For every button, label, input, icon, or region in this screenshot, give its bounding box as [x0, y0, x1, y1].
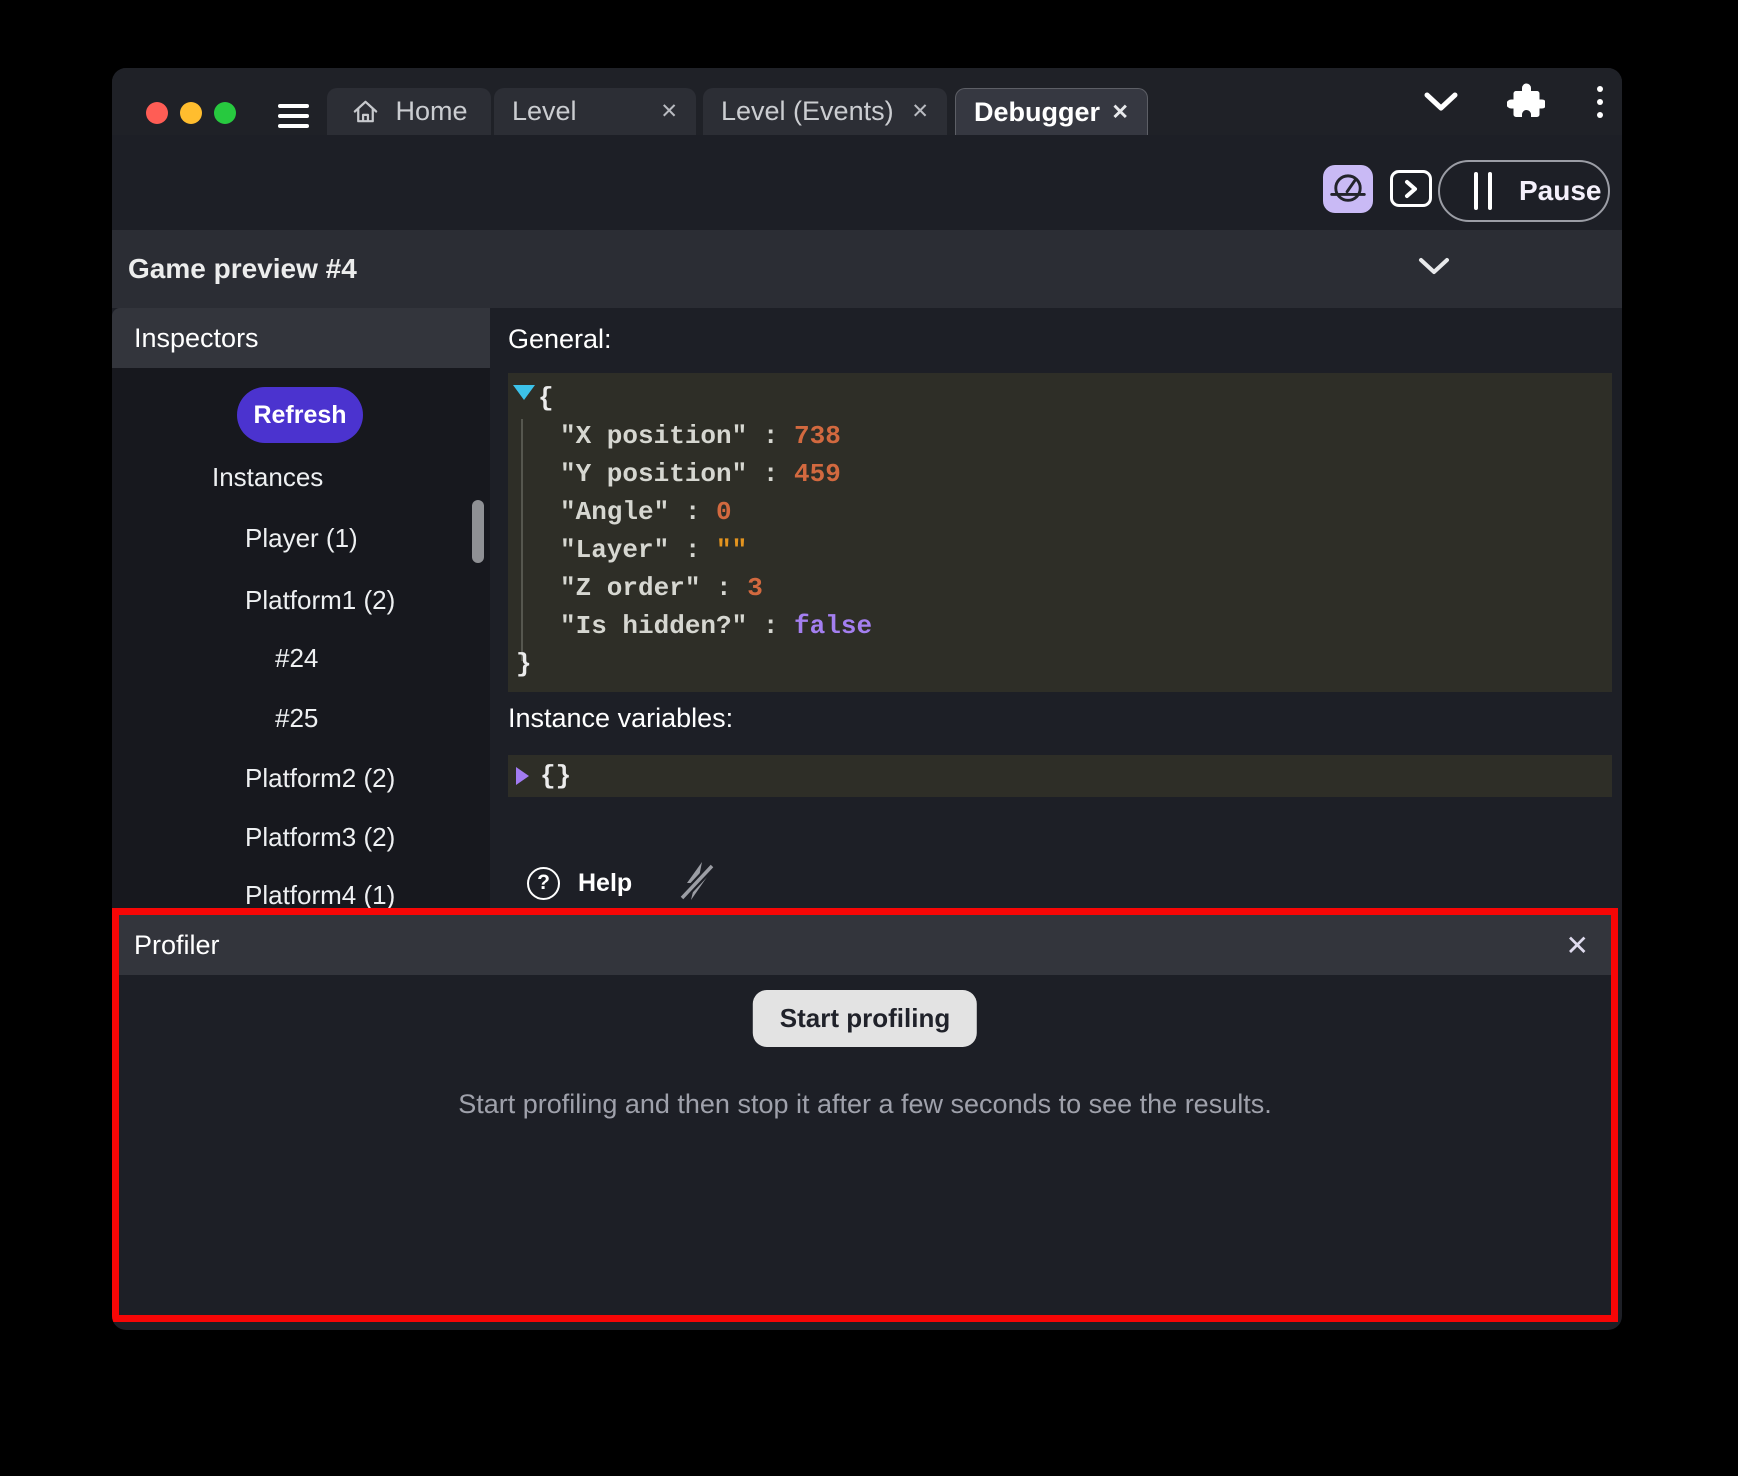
refresh-button[interactable]: Refresh [237, 387, 363, 443]
extensions-puzzle-icon[interactable] [1507, 83, 1545, 121]
tab-bar: Home Level ✕ Level (Events) ✕ Debugger ✕ [112, 88, 1622, 135]
profiler-description: Start profiling and then stop it after a… [119, 1089, 1611, 1120]
console-button[interactable] [1390, 170, 1432, 207]
tab-close-icon[interactable]: ✕ [660, 101, 678, 122]
tree-item-platform3-2[interactable]: Platform3 (2) [245, 822, 395, 852]
json-property-z-order: "Z order" : 3 [508, 569, 1612, 607]
instance-variables-box: {} [508, 755, 1612, 797]
title-bar: Home Level ✕ Level (Events) ✕ Debugger ✕ [112, 68, 1622, 135]
profiler-body: Start profiling Start profiling and then… [119, 975, 1611, 1315]
inspectors-sidebar: Inspectors Refresh Instances Player (1) Pl… [112, 308, 490, 908]
close-icon[interactable]: ✕ [1566, 929, 1589, 962]
instance-variables-value: {} [540, 755, 571, 797]
auto-refresh-off-icon[interactable] [676, 859, 718, 908]
tab-close-icon[interactable]: ✕ [911, 101, 929, 122]
terminal-prompt-icon [1401, 179, 1421, 199]
game-preview-selector[interactable]: Game preview #4 [112, 230, 1622, 308]
profiler-header: Profiler ✕ [119, 915, 1611, 975]
chevron-down-icon[interactable] [1423, 91, 1459, 113]
gauge-icon [1329, 168, 1367, 210]
tree-item-24[interactable]: #24 [275, 643, 318, 673]
tab-level-events[interactable]: Level (Events) ✕ [703, 88, 947, 135]
json-close-brace: } [508, 645, 1612, 683]
titlebar-actions [1423, 68, 1607, 135]
sidebar-scrollbar-thumb[interactable] [472, 500, 484, 563]
json-property-x-position: "X position" : 738 [508, 417, 1612, 455]
general-properties-box: {"X position" : 738"Y position" : 459"An… [508, 373, 1612, 692]
tab-label: Home [395, 96, 467, 127]
home-icon [350, 96, 381, 127]
tab-home[interactable]: Home [327, 88, 491, 135]
json-property-angle: "Angle" : 0 [508, 493, 1612, 531]
expand-arrow-icon[interactable] [516, 767, 529, 785]
json-open-brace: { [508, 379, 1612, 417]
game-preview-title: Game preview #4 [128, 253, 357, 285]
help-link[interactable]: Help [578, 869, 632, 898]
pause-button-label: Pause [1519, 175, 1602, 207]
inspectors-tree-panel: Refresh Instances Player (1) Platform1 (2)… [112, 368, 490, 908]
instance-inspector-panel: General: {"X position" : 738"Y position"… [490, 308, 1622, 908]
tab-close-icon[interactable]: ✕ [1111, 102, 1129, 123]
start-profiling-button[interactable]: Start profiling [753, 990, 977, 1047]
tree-item-player-1[interactable]: Player (1) [245, 523, 358, 553]
help-icon[interactable]: ? [527, 867, 560, 900]
tree-item-platform1-2[interactable]: Platform1 (2) [245, 585, 395, 615]
json-property-layer: "Layer" : "" [508, 531, 1612, 569]
tree-item-25[interactable]: #25 [275, 703, 318, 733]
chevron-down-icon[interactable] [1418, 257, 1450, 281]
profiler-panel: Profiler ✕ Start profiling Start profili… [112, 908, 1618, 1322]
tab-label: Level (Events) [721, 96, 894, 127]
tab-label: Debugger [974, 97, 1100, 128]
debugger-toolbar: Pause [112, 135, 1622, 230]
tab-label: Level [512, 96, 577, 127]
kebab-menu-icon[interactable] [1593, 82, 1607, 122]
json-property-is-hidden: "Is hidden?" : false [508, 607, 1612, 645]
json-property-y-position: "Y position" : 459 [508, 455, 1612, 493]
tree-item-instances[interactable]: Instances [212, 462, 323, 492]
inspectors-header: Inspectors [112, 308, 490, 368]
profiler-toggle-button[interactable] [1323, 165, 1373, 213]
pause-icon [1474, 172, 1492, 210]
profiler-title: Profiler [134, 930, 220, 961]
general-section-label: General: [508, 324, 612, 355]
json-property-list: {"X position" : 738"Y position" : 459"An… [508, 379, 1612, 683]
pause-button[interactable]: Pause [1438, 160, 1610, 222]
tab-level[interactable]: Level ✕ [494, 88, 696, 135]
tree-item-platform4-1[interactable]: Platform4 (1) [245, 880, 395, 910]
tree-item-platform2-2[interactable]: Platform2 (2) [245, 763, 395, 793]
instance-variables-label: Instance variables: [508, 703, 733, 734]
app-window: Home Level ✕ Level (Events) ✕ Debugger ✕ Pause… [112, 68, 1622, 1330]
inspector-footer: ? Help [527, 865, 718, 901]
tab-debugger[interactable]: Debugger ✕ [955, 88, 1148, 135]
